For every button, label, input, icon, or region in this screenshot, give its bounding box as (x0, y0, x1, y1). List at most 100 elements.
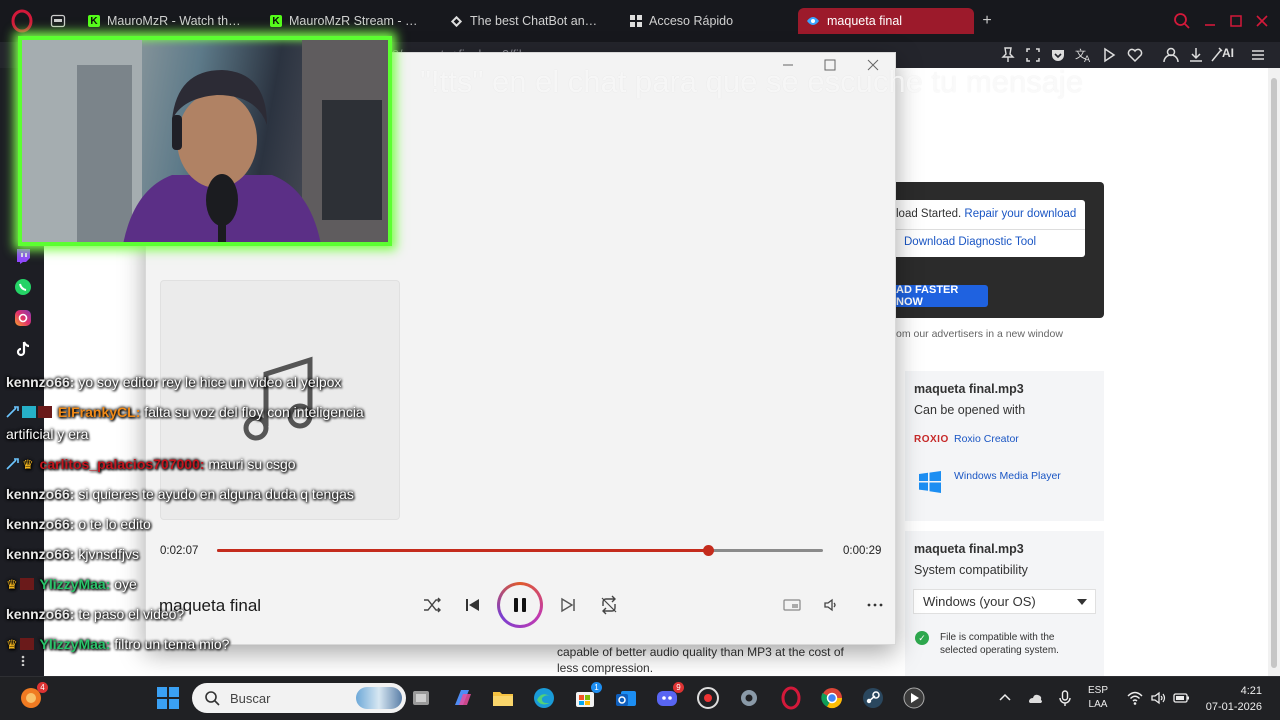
next-track-icon[interactable] (557, 594, 579, 616)
compatibility-status: File is compatible with the selected ope… (940, 632, 1059, 656)
volume-icon[interactable] (820, 594, 842, 616)
chat-username: YlizzyMaa: (39, 636, 111, 652)
onedrive-icon[interactable] (1026, 689, 1044, 707)
more-options-icon[interactable] (864, 594, 886, 616)
maximize-icon[interactable] (1226, 11, 1246, 31)
windows-icon (918, 470, 942, 494)
chat-message: kennzo66: kjvnsdfjvs (6, 546, 139, 562)
instagram-icon[interactable] (13, 308, 33, 328)
more-options-icon[interactable] (13, 654, 33, 674)
notification-badge: 4 (37, 682, 48, 693)
crown-badge-icon: ♛ (6, 577, 18, 592)
obs-recording-icon[interactable] (695, 685, 721, 711)
search-tabs-icon[interactable] (1172, 11, 1192, 31)
windows-media-player-link[interactable]: Windows Media Player (954, 470, 1061, 482)
tiktok-icon[interactable] (13, 339, 33, 359)
notification-badge: 1 (591, 682, 602, 693)
taskbar-search-box[interactable]: Buscar (192, 683, 406, 713)
new-tab-button[interactable]: + (978, 12, 996, 30)
chat-username: kennzo66: (6, 606, 75, 622)
pocket-icon[interactable] (1048, 45, 1068, 65)
wifi-icon[interactable] (1126, 689, 1144, 707)
system-clock[interactable]: 4:21 07-01-2026 (1200, 683, 1262, 715)
chat-text: yo soy editor rey le hice un video al ye… (74, 374, 342, 390)
tab-chatbot[interactable]: The best ChatBot and Wid (442, 8, 612, 34)
moderator-badge-icon (19, 578, 34, 590)
workspaces-icon[interactable] (50, 13, 66, 29)
scrollbar-thumb[interactable] (1271, 78, 1277, 668)
chat-text: o te lo edito (74, 516, 151, 532)
settings-icon[interactable] (736, 685, 762, 711)
file-explorer-icon[interactable] (490, 685, 516, 711)
notification-badge: 9 (673, 682, 684, 693)
open-with-label: Can be opened with (914, 403, 1026, 417)
downloads-icon[interactable] (1186, 45, 1206, 65)
profile-icon[interactable] (1161, 45, 1181, 65)
microsoft-store-icon[interactable]: 1 (572, 682, 602, 711)
translate-icon[interactable]: 文A (1073, 45, 1093, 65)
tab-kick-stream[interactable]: K MauroMzR Stream - Watch (262, 8, 432, 34)
close-window-icon[interactable] (1252, 11, 1272, 31)
tab-speed-dial[interactable]: Acceso Rápido (622, 8, 792, 34)
webcam-overlay (18, 36, 392, 246)
play-icon[interactable] (1099, 45, 1119, 65)
chat-text: artificial y era (6, 426, 89, 442)
easy-setup-menu-icon[interactable] (1248, 45, 1268, 65)
chat-username: kennzo66: (6, 374, 75, 390)
dropdown-caret-icon (1077, 599, 1087, 605)
sword-badge-icon (6, 406, 20, 418)
tab-kick-vod[interactable]: K MauroMzR - Watch the VO (80, 8, 250, 34)
previous-track-icon[interactable] (462, 594, 484, 616)
aria-ai-label[interactable]: AI (1222, 46, 1234, 60)
pin-icon[interactable] (998, 45, 1018, 65)
chat-message-continuation: artificial y era (6, 426, 88, 442)
seek-thumb[interactable] (702, 545, 714, 556)
chat-username: kennzo66: (6, 546, 75, 562)
outlook-icon[interactable] (613, 685, 639, 711)
twitch-icon[interactable] (13, 246, 33, 266)
chat-message: kennzo66: yo soy editor rey le hice un v… (6, 374, 341, 390)
opera-browser-taskbar-icon[interactable] (778, 685, 804, 711)
miniplayer-icon[interactable] (781, 594, 803, 616)
opera-menu-icon[interactable] (10, 9, 34, 33)
diagnostic-tool-link[interactable]: Download Diagnostic Tool (904, 236, 1036, 248)
heart-icon[interactable] (1125, 45, 1145, 65)
edge-icon[interactable] (531, 685, 557, 711)
chat-message: ♛ YlizzyMaa: filtro un tema mio? (6, 636, 229, 653)
tab-maqueta-final[interactable]: maqueta final (798, 8, 974, 34)
show-hidden-icons[interactable] (996, 689, 1014, 707)
repair-download-link[interactable]: Repair your download (964, 208, 1076, 220)
chrome-icon[interactable] (819, 685, 845, 711)
clock-time: 4:21 (1240, 685, 1262, 697)
roxio-creator-link[interactable]: Roxio Creator (954, 433, 1019, 445)
file-name: maqueta final.mp3 (914, 382, 1024, 396)
opera-taskbar-icon[interactable]: 4 (18, 682, 48, 711)
media-player-taskbar-icon[interactable] (901, 685, 927, 711)
whatsapp-icon[interactable] (13, 277, 33, 297)
microphone-icon[interactable] (1056, 689, 1074, 707)
task-view-icon[interactable] (408, 685, 434, 711)
repeat-icon[interactable] (598, 594, 620, 616)
chat-username: ElFrankyCL: (57, 404, 141, 420)
battery-icon[interactable] (1172, 689, 1190, 707)
page-scrollbar[interactable] (1268, 68, 1280, 676)
seek-bar[interactable] (217, 545, 823, 556)
elapsed-time: 0:02:07 (160, 545, 199, 557)
speaker-icon[interactable] (1149, 689, 1167, 707)
keyboard-language[interactable]: ESP LAA (1088, 684, 1108, 712)
chat-username: carlitos_palacios707000: (39, 456, 205, 472)
snapshot-icon[interactable] (1023, 45, 1043, 65)
search-highlight-icon (356, 687, 402, 709)
steam-icon[interactable] (860, 685, 886, 711)
shuffle-icon[interactable] (421, 594, 443, 616)
download-faster-button[interactable]: AD FASTER NOW (896, 284, 988, 308)
subscriber-badge-icon (22, 406, 36, 418)
discord-icon[interactable]: 9 (654, 682, 684, 711)
minimize-icon[interactable] (1200, 11, 1220, 31)
copilot-icon[interactable] (449, 685, 475, 711)
chat-text: si quieres te ayudo en alguna duda q ten… (74, 486, 354, 502)
os-select[interactable]: Windows (your OS) (913, 589, 1096, 614)
start-button[interactable] (155, 685, 181, 711)
pause-button[interactable] (497, 582, 543, 628)
speed-dial-icon (630, 15, 642, 27)
